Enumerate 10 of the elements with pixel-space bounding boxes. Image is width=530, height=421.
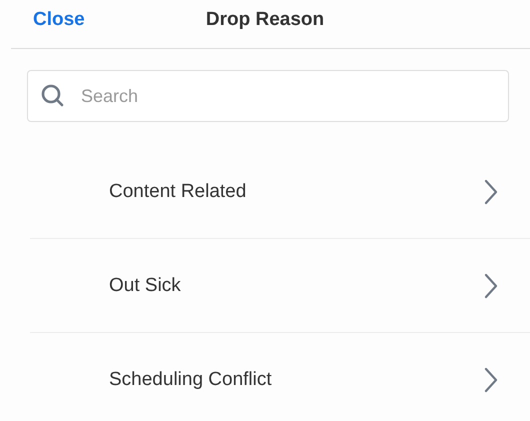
chevron-right-icon	[484, 178, 498, 204]
search-icon	[41, 84, 65, 108]
chevron-right-icon	[484, 272, 498, 298]
chevron-right-icon	[484, 366, 498, 392]
reason-list-item[interactable]: Content Related	[30, 145, 530, 239]
window-title: Drop Reason	[206, 9, 324, 31]
reason-list-item[interactable]: Scheduling Conflict	[30, 333, 530, 421]
reason-list-item[interactable]: Out Sick	[30, 239, 530, 333]
close-button[interactable]: Close	[33, 9, 85, 31]
search-field[interactable]: Search	[27, 70, 509, 122]
